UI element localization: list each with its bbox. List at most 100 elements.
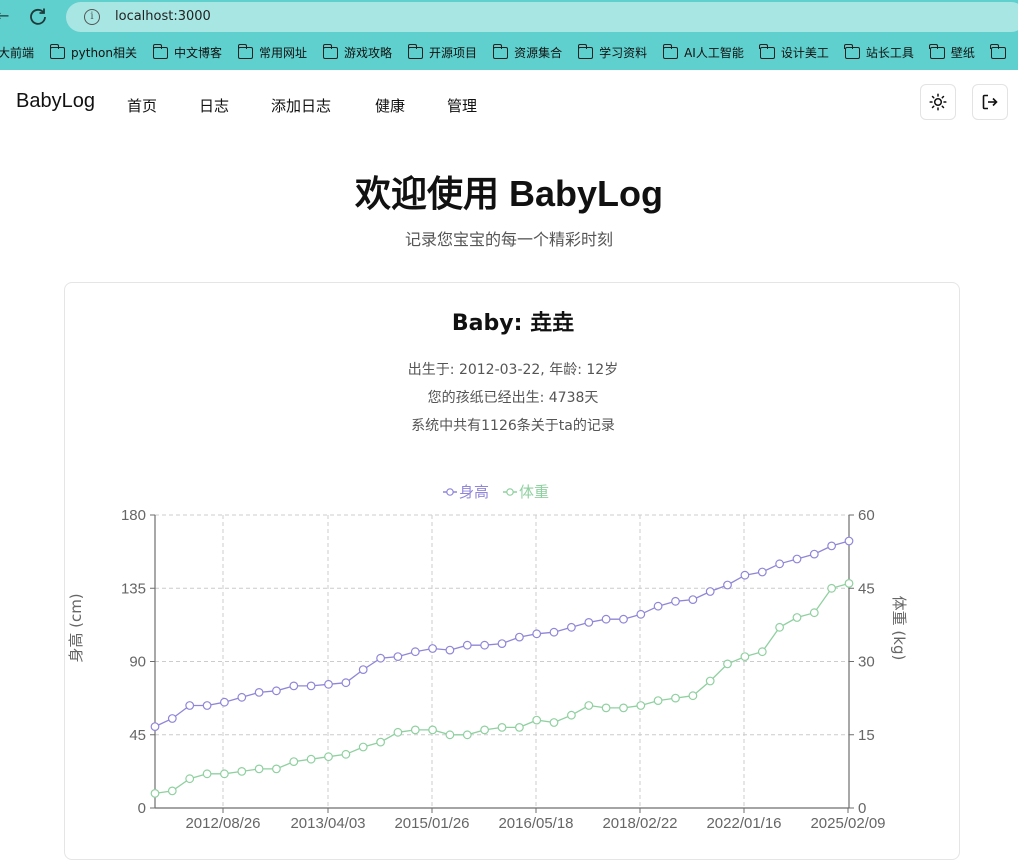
data-point — [705, 676, 715, 686]
data-point — [532, 715, 542, 725]
nav-home[interactable]: 首页 — [127, 95, 157, 116]
y-left-tick-label: 135 — [121, 580, 146, 597]
theme-toggle-button[interactable] — [920, 84, 956, 120]
data-point — [306, 681, 316, 691]
bookmark-item[interactable]: 壁纸 — [929, 43, 975, 61]
data-point — [254, 764, 264, 774]
bookmark-item[interactable]: 大前端 — [0, 44, 34, 61]
data-point — [497, 639, 507, 648]
data-point — [480, 640, 490, 650]
folder-icon[interactable] — [990, 43, 1006, 59]
bookmark-item[interactable]: 站长工具 — [844, 43, 914, 61]
legend-label-1: 体重 — [519, 484, 549, 501]
sun-icon — [929, 93, 947, 111]
folder-icon — [237, 43, 254, 59]
data-point — [636, 701, 646, 710]
browser-toolbar: ← i localhost:3000 — [0, 0, 1018, 35]
data-point — [237, 767, 247, 776]
page-title: 欢迎使用 BabyLog — [354, 173, 663, 214]
legend-marker-1 — [506, 488, 514, 496]
data-point — [757, 567, 767, 577]
back-arrow-icon[interactable]: ← — [0, 6, 9, 25]
logout-icon — [982, 94, 998, 110]
data-point — [809, 608, 819, 618]
data-point — [254, 688, 264, 697]
nav-admin[interactable]: 管理 — [447, 95, 477, 116]
bookmark-item[interactable]: python相关 — [49, 43, 137, 61]
data-point — [723, 659, 732, 669]
nav-health[interactable]: 健康 — [375, 95, 405, 116]
bookmark-label: 常用网址 — [259, 46, 308, 60]
data-point — [167, 714, 177, 723]
data-point — [549, 718, 559, 727]
data-point — [289, 681, 299, 691]
data-point — [237, 692, 247, 702]
x-tick-label: 2016/05/18 — [498, 815, 573, 832]
bookmark-item[interactable]: 游戏攻略 — [322, 43, 393, 61]
data-point — [671, 693, 680, 703]
data-point — [515, 723, 524, 732]
data-point — [341, 678, 351, 688]
nav-add-log[interactable]: 添加日志 — [271, 95, 331, 116]
data-point — [775, 559, 784, 569]
data-point — [653, 601, 663, 611]
data-point — [393, 652, 403, 661]
data-point — [636, 609, 646, 619]
reload-icon[interactable] — [28, 6, 48, 26]
data-point — [324, 679, 333, 689]
bookmark-label: 站长工具 — [865, 46, 914, 60]
baby-name: Baby: 垚垚 — [451, 311, 575, 336]
data-point — [428, 644, 438, 653]
data-point — [272, 764, 281, 774]
data-point — [445, 645, 455, 655]
nav-logs[interactable]: 日志 — [199, 95, 229, 116]
data-point — [185, 774, 195, 784]
data-point — [723, 580, 732, 590]
bookmark-label: 资源集合 — [514, 46, 563, 60]
records-info: 系统中共有1126条关于ta的记录 — [411, 418, 615, 434]
x-tick-label: 2013/04/03 — [290, 815, 365, 832]
bookmark-label: 游戏攻略 — [344, 46, 393, 60]
data-point — [445, 730, 455, 740]
data-point — [376, 737, 386, 747]
data-point — [497, 723, 507, 732]
data-point — [410, 725, 420, 735]
series-line-0 — [154, 540, 850, 728]
data-point — [324, 752, 333, 762]
address-bar[interactable]: i localhost:3000 — [66, 2, 1018, 32]
logout-button[interactable] — [972, 84, 1008, 120]
growth-chart: 2012/08/26 2013/04/03 2015/01/26 2016/05/18… — [67, 484, 908, 832]
app-header: BabyLog 首页 日志 添加日志 健康 管理 — [0, 70, 1018, 134]
y-right-tick-label: 60 — [858, 507, 875, 524]
days-info: 您的孩纸已经出生: 4738天 — [427, 390, 599, 406]
data-point — [549, 627, 559, 637]
bookmark-item[interactable]: 开源项目 — [407, 43, 478, 61]
bookmark-item[interactable]: 常用网址 — [237, 43, 308, 61]
birth-info: 出生于: 2012-03-22, 年龄: 12岁 — [407, 362, 619, 378]
folder-icon — [49, 43, 66, 59]
data-point — [358, 665, 368, 674]
bookmark-item[interactable]: 中文博客 — [152, 43, 222, 61]
y-left-tick-label: 0 — [138, 800, 146, 817]
data-point — [827, 583, 836, 593]
y-right-tick-label: 45 — [858, 580, 875, 597]
url-text[interactable]: localhost:3000 — [115, 9, 211, 24]
data-point — [601, 614, 611, 624]
bookmark-item[interactable]: 设计美工 — [759, 43, 829, 61]
y-left-axis-title: 身高 (cm) — [67, 593, 85, 662]
brand-logo[interactable]: BabyLog — [16, 90, 95, 113]
data-point — [306, 754, 316, 764]
folder-icon — [407, 43, 424, 59]
data-point — [272, 686, 281, 696]
data-point — [757, 647, 767, 657]
bookmark-label: 开源项目 — [429, 46, 478, 60]
bookmark-item[interactable]: 资源集合 — [492, 43, 563, 61]
legend-label-0: 身高 — [459, 484, 489, 501]
bookmark-item[interactable]: 学习资料 — [577, 43, 647, 61]
data-point — [688, 595, 698, 604]
site-info-icon[interactable]: i — [84, 9, 100, 25]
bookmark-item[interactable]: AI人工智能 — [662, 43, 744, 61]
y-left-tick-label: 45 — [129, 727, 146, 744]
x-tick-label: 2012/08/26 — [185, 815, 260, 832]
data-point — [341, 749, 351, 759]
